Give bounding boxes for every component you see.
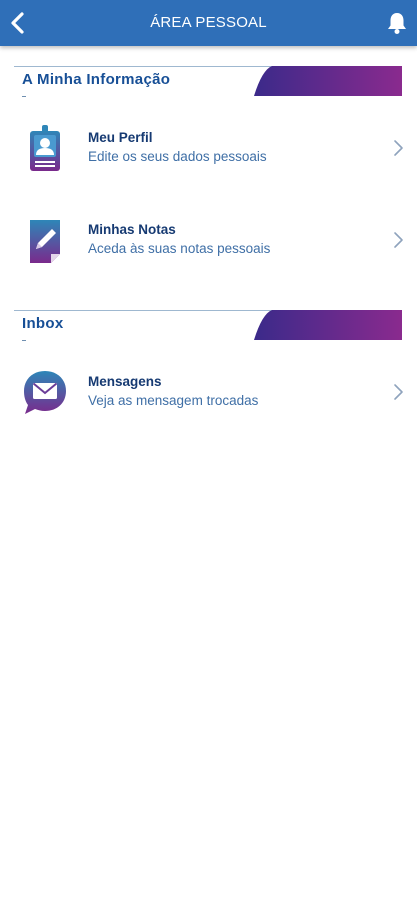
- page-title: ÁREA PESSOAL: [150, 14, 267, 31]
- bell-icon: [388, 13, 406, 34]
- list-item-mensagens[interactable]: Mensagens Veja as mensagem trocadas: [0, 360, 417, 424]
- section-tick: [22, 340, 26, 341]
- item-subtitle: Edite os seus dados pessoais: [88, 149, 267, 164]
- item-subtitle: Aceda às suas notas pessoais: [88, 241, 271, 256]
- section-tick: [22, 96, 26, 97]
- list-item-meu-perfil[interactable]: Meu Perfil Edite os seus dados pessoais: [0, 116, 417, 180]
- section-title: A Minha Informação: [22, 71, 171, 88]
- message-envelope-icon: [20, 368, 70, 418]
- chevron-right-icon: [394, 140, 403, 156]
- item-subtitle: Veja as mensagem trocadas: [88, 393, 259, 408]
- section-title: Inbox: [22, 315, 64, 332]
- notifications-button[interactable]: [383, 9, 411, 37]
- chevron-right-icon: [394, 232, 403, 248]
- section-accent-band: [254, 310, 402, 340]
- item-title: Mensagens: [88, 374, 162, 389]
- top-app-bar: ÁREA PESSOAL: [0, 0, 417, 46]
- chevron-right-icon: [394, 384, 403, 400]
- section-header-my-information: A Minha Informação: [14, 66, 402, 98]
- id-badge-icon: [20, 124, 70, 174]
- section-header-inbox: Inbox: [14, 310, 402, 342]
- item-title: Minhas Notas: [88, 222, 176, 237]
- note-edit-icon: [20, 216, 70, 266]
- section-accent-band: [254, 66, 402, 96]
- item-title: Meu Perfil: [88, 130, 153, 145]
- personal-area-content: A Minha Informação Meu Perfil Edite os s…: [0, 46, 417, 900]
- list-item-minhas-notas[interactable]: Minhas Notas Aceda às suas notas pessoai…: [0, 208, 417, 272]
